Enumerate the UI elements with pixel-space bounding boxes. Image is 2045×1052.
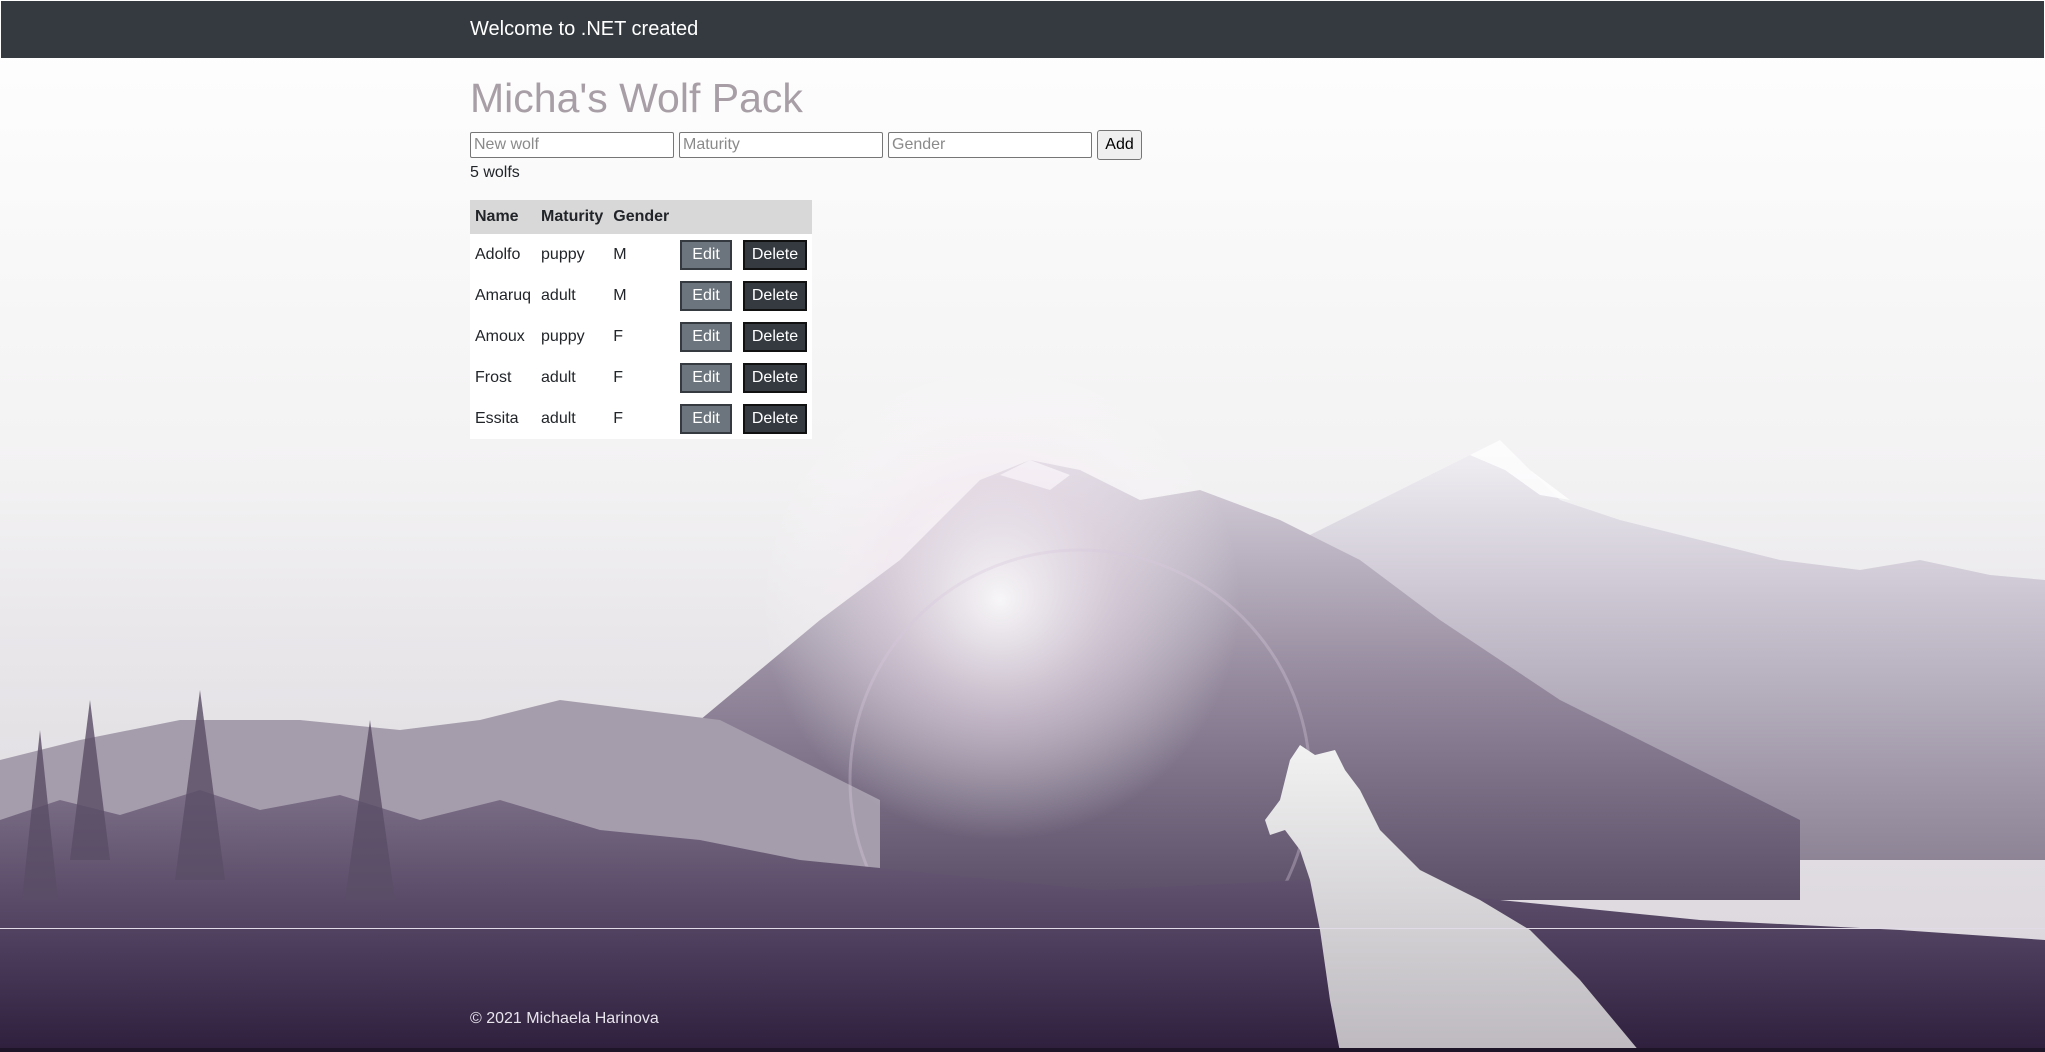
cell-maturity: puppy — [541, 327, 585, 345]
cell-gender: F — [613, 327, 624, 345]
cell-maturity: puppy — [541, 245, 585, 263]
cell-maturity: adult — [541, 409, 576, 427]
cell-edit: Edit — [674, 234, 737, 275]
cell-edit: Edit — [674, 316, 737, 357]
cell-gender: F — [613, 409, 624, 427]
edit-button[interactable]: Edit — [680, 362, 732, 393]
edit-button[interactable]: Edit — [680, 321, 732, 352]
new-wolf-input[interactable] — [470, 132, 674, 158]
navbar: Welcome to .NET created — [1, 1, 2044, 58]
delete-button[interactable]: Delete — [742, 362, 808, 393]
delete-button[interactable]: Delete — [742, 239, 808, 270]
edit-button[interactable]: Edit — [680, 403, 732, 434]
cell-gender: F — [613, 368, 624, 386]
edit-button[interactable]: Edit — [680, 239, 732, 270]
table-row: Frost adult F Edit Delete — [470, 357, 812, 398]
cell-gender: M — [613, 245, 627, 263]
cell-delete: Delete — [737, 316, 812, 357]
gender-input[interactable] — [888, 132, 1092, 158]
cell-name: Amaruq — [475, 286, 532, 304]
cell-edit: Edit — [674, 357, 737, 398]
wolf-count: 5 wolfs — [470, 164, 520, 181]
add-wolf-form: Add — [470, 130, 1142, 160]
maturity-input[interactable] — [679, 132, 883, 158]
table-row: Amaruq adult M Edit Delete — [470, 275, 812, 316]
cell-edit: Edit — [674, 275, 737, 316]
delete-button[interactable]: Delete — [742, 280, 808, 311]
cell-edit: Edit — [674, 398, 737, 439]
navbar-brand[interactable]: Welcome to .NET created — [470, 18, 698, 41]
cell-maturity: adult — [541, 368, 576, 386]
cell-name: Amoux — [475, 327, 525, 345]
delete-button[interactable]: Delete — [742, 403, 808, 434]
cell-name: Essita — [475, 409, 519, 427]
table-row: Adolfo puppy M Edit Delete — [470, 234, 812, 275]
cell-name: Adolfo — [475, 245, 521, 263]
footer-copyright: © 2021 Michaela Harinova — [470, 1010, 659, 1027]
cell-delete: Delete — [737, 234, 812, 275]
table-row: Amoux puppy F Edit Delete — [470, 316, 812, 357]
column-header-edit — [674, 200, 737, 234]
table-header-row: Name Maturity Gender — [470, 200, 813, 234]
cell-maturity: adult — [541, 286, 576, 304]
page-title: Micha's Wolf Pack — [470, 75, 803, 121]
cell-delete: Delete — [737, 398, 812, 439]
cell-delete: Delete — [737, 357, 812, 398]
cell-name: Frost — [475, 368, 512, 386]
wolves-table: Name Maturity Gender Adolfo puppy M Edit… — [470, 200, 813, 439]
column-header-maturity: Maturity — [541, 208, 604, 225]
delete-button[interactable]: Delete — [742, 321, 808, 352]
table-row: Essita adult F Edit Delete — [470, 398, 812, 439]
footer-divider — [0, 928, 2045, 929]
column-header-name: Name — [475, 208, 519, 225]
column-header-gender: Gender — [613, 208, 670, 225]
cell-gender: M — [613, 286, 627, 304]
add-button[interactable]: Add — [1097, 130, 1142, 160]
main-content: Micha's Wolf Pack Add 5 wolfs Name Matur… — [470, 72, 1142, 439]
column-header-delete — [737, 200, 812, 234]
cell-delete: Delete — [737, 275, 812, 316]
edit-button[interactable]: Edit — [680, 280, 732, 311]
